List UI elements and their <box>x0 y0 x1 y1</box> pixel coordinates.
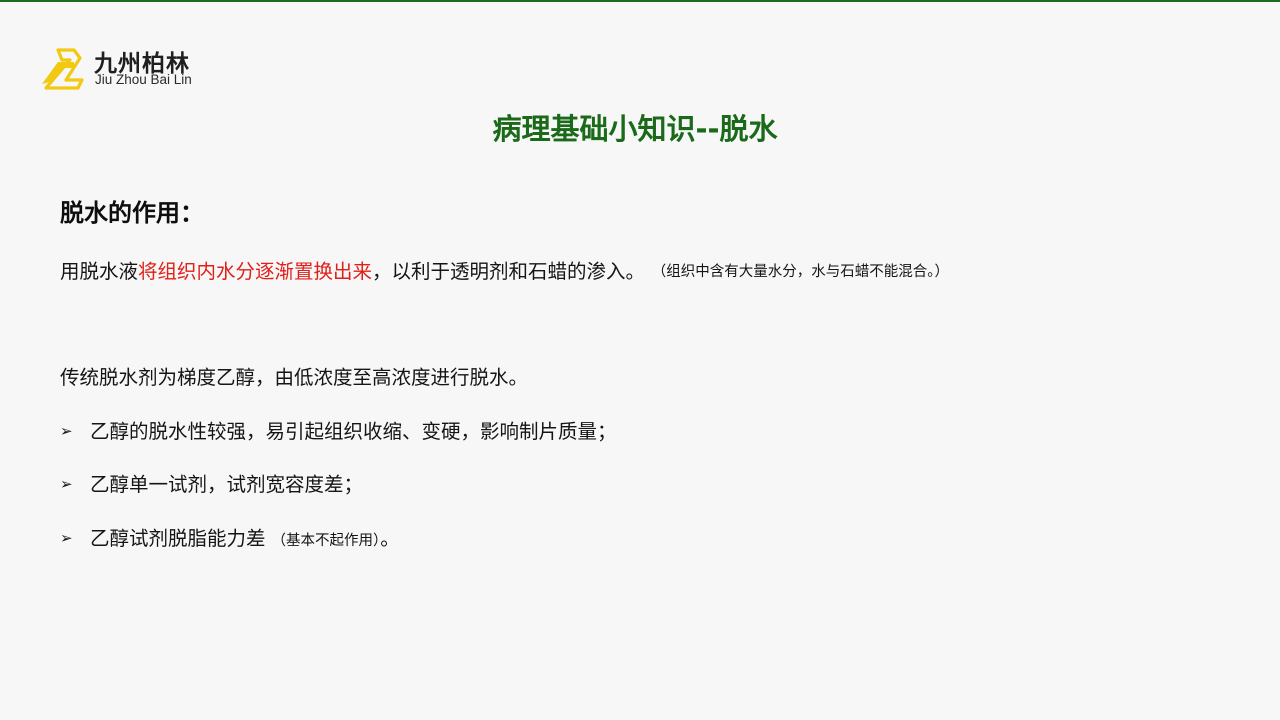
section-heading: 脱水的作用： <box>60 199 204 227</box>
highlighted-text: 将组织内水分逐渐置换出来 <box>138 260 373 283</box>
top-accent-line <box>0 0 1280 2</box>
bullet-text: 乙醇单一试剂，试剂宽容度差； <box>90 473 364 496</box>
bullet-text: 乙醇的脱水性较强，易引起组织收缩、变硬，影响制片质量； <box>90 420 617 443</box>
arrow-bullet-icon: ➢ <box>60 529 73 547</box>
logo-english-name: Jiu Zhou Bai Lin <box>95 72 192 87</box>
paragraph-text-end: ，以利于透明剂和石蜡的渗入。 <box>372 260 646 283</box>
bullet-item: ➢ 乙醇试剂脱脂能力差 （基本不起作用）。 <box>60 522 400 551</box>
paragraph-note: （组织中含有大量水分，水与石蜡不能混合。） <box>659 264 950 280</box>
arrow-bullet-icon: ➢ <box>60 475 73 493</box>
page-title: 病理基础小知识--脱水 <box>492 112 778 146</box>
bullet-tail: 。 <box>380 527 400 550</box>
zb-mark-icon <box>42 48 84 90</box>
paragraph-dehydration-purpose: 用脱水液将组织内水分逐渐置换出来，以利于透明剂和石蜡的渗入。 （组织中含有大量水分… <box>60 255 949 284</box>
bullet-text: 乙醇试剂脱脂能力差 <box>90 527 266 550</box>
bullet-note: （基本不起作用） <box>271 533 381 549</box>
paragraph-traditional-agent: 传统脱水剂为梯度乙醇，由低浓度至高浓度进行脱水。 <box>60 366 529 389</box>
bullet-item: ➢ 乙醇的脱水性较强，易引起组织收缩、变硬，影响制片质量； <box>60 415 617 444</box>
logo: 九州柏林 Jiu Zhou Bai Lin <box>40 44 240 92</box>
arrow-bullet-icon: ➢ <box>60 422 73 440</box>
bullet-item: ➢ 乙醇单一试剂，试剂宽容度差； <box>60 468 363 497</box>
paragraph-text-start: 用脱水液 <box>60 260 139 283</box>
